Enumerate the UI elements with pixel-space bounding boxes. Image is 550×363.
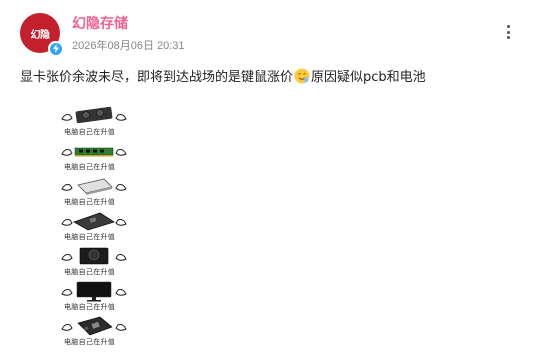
meme-caption: 电脑自己在升值 [64,338,116,346]
meme-row: 电脑自己在升值 [58,175,130,209]
monitor-icon [61,281,127,302]
more-options-icon[interactable] [501,22,515,42]
post-text: 显卡张价余波未尽，即将到达战场的是键鼠涨价 原因疑似pcb和电池 [20,66,426,85]
post-text-main: 显卡张价余波未尽，即将到达战场的是键鼠涨价 [20,70,294,85]
meme-caption: 电脑自己在升值 [64,198,116,206]
motherboard-board-icon [61,316,127,336]
avatar-logo-text: 幻隐 [30,29,51,41]
lightning-icon [49,42,62,55]
meme-caption: 电脑自己在升值 [64,268,116,276]
meme-row: 电脑自己在升值 [58,280,130,314]
graphics-card-icon [61,106,127,124]
meme-row: 电脑自己在升值 [58,245,130,279]
meme-row: 电脑自己在升值 [58,210,130,244]
post-card: 幻隐 幻隐存储 2026年08月06日 20:31 显卡张价余波未尽，即将到达战… [0,0,550,363]
ssd-drive-icon [61,178,127,195]
meme-caption: 电脑自己在升值 [64,163,116,171]
meme-row: 电脑自己在升值 [58,140,130,174]
post-timestamp: 2026年08月06日 20:31 [72,40,185,52]
meme-caption: 电脑自己在升值 [64,128,116,136]
post-text-tail: 原因疑似pcb和电池 [311,70,426,85]
verified-badge [48,41,63,56]
author-name[interactable]: 幻隐存储 [72,13,128,33]
meme-caption: 电脑自己在升值 [64,303,116,311]
memory-stick-icon [61,147,127,157]
meme-row: 电脑自己在升值 [58,105,130,139]
avatar[interactable]: 幻隐 [20,13,63,56]
face-emoji-icon [294,68,310,83]
power-supply-icon [61,247,127,265]
meme-caption: 电脑自己在升值 [64,233,116,241]
meme-row: 电脑自己在升值 [58,315,130,349]
motherboard-icon [61,212,127,231]
meme-image[interactable]: 电脑自己在升值 电脑自己在升值 电脑自己在升值 电脑自己在升值 电脑自己在升值 … [58,105,130,350]
